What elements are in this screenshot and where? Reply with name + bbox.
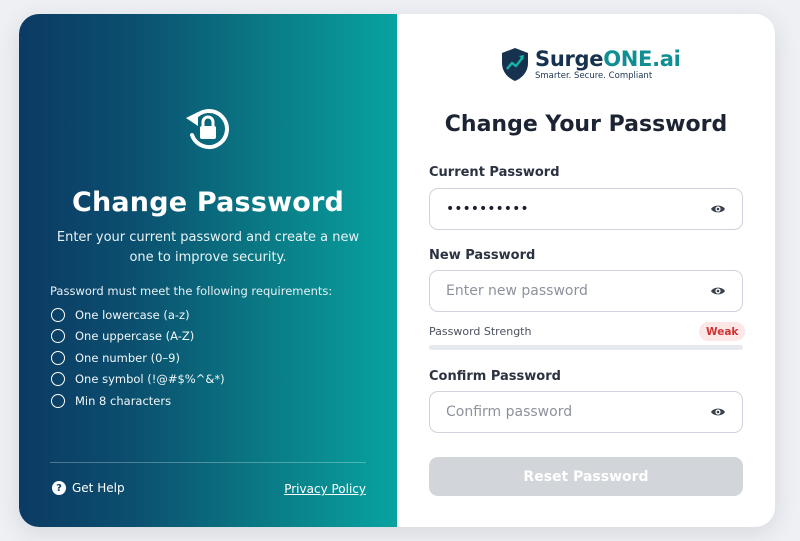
brand-tagline: Smarter. Secure. Compliant: [535, 71, 653, 81]
requirement-item: Min 8 characters: [51, 390, 225, 412]
strength-bar: [429, 345, 743, 350]
requirement-item: One uppercase (A-Z): [51, 326, 225, 348]
requirements-list: One lowercase (a-z) One uppercase (A-Z) …: [51, 304, 225, 412]
brand-logo: SurgeONE.ai Smarter. Secure. Compliant: [500, 47, 681, 82]
requirement-item: One number (0–9): [51, 347, 225, 369]
brand-name: SurgeONE.ai: [535, 47, 681, 71]
unchecked-circle-icon: [51, 329, 65, 344]
password-strength-label: Password Strength: [429, 325, 532, 338]
unchecked-circle-icon: [51, 350, 65, 365]
confirm-password-field: [429, 391, 743, 433]
new-password-field: [429, 270, 743, 312]
panel-subtitle: Enter your current password and create a…: [56, 230, 360, 265]
new-password-input[interactable]: [446, 283, 710, 299]
eye-icon[interactable]: [710, 406, 726, 418]
reset-password-button[interactable]: Reset Password: [429, 457, 743, 496]
new-password-label: New Password: [429, 248, 536, 263]
panel-title: Change Password: [71, 187, 345, 218]
change-password-card: Change Password Enter your current passw…: [19, 14, 775, 527]
lock-rotate-icon: [186, 109, 229, 149]
strength-badge: Weak: [699, 322, 746, 341]
requirements-title: Password must meet the following require…: [50, 284, 333, 298]
requirement-item: One symbol (!@#$%^&*): [51, 369, 225, 391]
current-password-field: [429, 188, 743, 230]
form-heading: Change Your Password: [444, 112, 728, 137]
footer-divider: [50, 462, 366, 463]
current-password-input[interactable]: [446, 201, 710, 217]
question-circle-icon: ?: [52, 481, 66, 495]
eye-icon[interactable]: [710, 203, 726, 215]
current-password-label: Current Password: [429, 165, 560, 180]
info-panel: Change Password Enter your current passw…: [19, 14, 397, 527]
unchecked-circle-icon: [51, 307, 65, 322]
form-panel: SurgeONE.ai Smarter. Secure. Compliant C…: [397, 14, 775, 527]
get-help-link[interactable]: ? Get Help: [52, 481, 125, 495]
unchecked-circle-icon: [51, 372, 65, 387]
eye-icon[interactable]: [710, 285, 726, 297]
confirm-password-label: Confirm Password: [429, 369, 561, 384]
privacy-policy-link[interactable]: Privacy Policy: [284, 482, 366, 496]
shield-chart-icon: [502, 48, 528, 81]
unchecked-circle-icon: [51, 393, 65, 408]
confirm-password-input[interactable]: [446, 404, 710, 420]
requirement-item: One lowercase (a-z): [51, 304, 225, 326]
